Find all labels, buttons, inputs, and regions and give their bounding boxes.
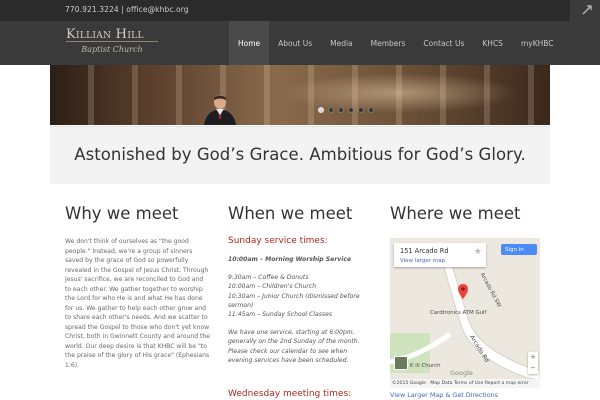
- map-address: 151 Arcado Rd: [400, 247, 449, 255]
- why-heading: Why we meet: [65, 204, 179, 223]
- map-info-card: 151 Arcado Rd View larger map ★: [394, 243, 486, 267]
- map-footer[interactable]: ©2015 Google · Map Data Terms of Use Rep…: [390, 379, 540, 388]
- where-we-meet-column: Where we meet: [390, 204, 546, 224]
- site-logo[interactable]: Killian Hill Baptist Church: [66, 27, 164, 59]
- slider-dots: [318, 107, 374, 113]
- location-map[interactable]: 151 Arcado Rd View larger map ★ Sign in …: [390, 238, 540, 388]
- slider-dot[interactable]: [358, 107, 364, 113]
- poi-label: Cardtronics ATM Gulf: [430, 310, 487, 316]
- nav-contact-us[interactable]: Contact Us: [414, 21, 473, 65]
- nav-media[interactable]: Media: [321, 21, 362, 65]
- schedule-item: 9:30am – Coffee & Donuts: [228, 274, 309, 282]
- star-icon[interactable]: ★: [474, 247, 482, 257]
- church-label: K ill Church: [410, 363, 441, 369]
- street-view-thumbnail[interactable]: [394, 356, 408, 370]
- nav-mykhbc[interactable]: myKHBC: [512, 21, 563, 65]
- slider-dot[interactable]: [318, 107, 324, 113]
- nav-about-us[interactable]: About Us: [269, 21, 321, 65]
- sunday-times-heading: Sunday service times:: [228, 236, 328, 246]
- tagline-band: Astonished by God’s Grace. Ambitious for…: [50, 126, 550, 184]
- logo-rule: [66, 41, 158, 42]
- evening-service-note: We have one service, starting at 6:00pm,…: [228, 329, 360, 364]
- corner-toggle[interactable]: [570, 0, 600, 21]
- map-pin-icon[interactable]: [458, 284, 468, 299]
- nav-khcs[interactable]: KHCS: [473, 21, 512, 65]
- wednesday-times-heading: Wednesday meeting times:: [228, 389, 352, 399]
- logo-title: Killian Hill: [66, 27, 144, 42]
- expand-icon: [582, 5, 592, 15]
- slider-dot[interactable]: [328, 107, 334, 113]
- schedule-item: 10:00am – Children's Church: [228, 283, 317, 291]
- logo-subtitle: Baptist Church: [81, 45, 143, 54]
- map-zoom-control[interactable]: + −: [528, 352, 538, 374]
- schedule-item: 11:45am – Sunday School Classes: [228, 311, 333, 319]
- worship-service-time: 10:00am – Morning Worship Service: [228, 256, 352, 263]
- google-logo: Google: [450, 369, 473, 377]
- preacher-photo: [204, 95, 236, 125]
- why-we-meet-column: Why we meet We don't think of ourselves …: [65, 204, 221, 370]
- why-body: We don't think of ourselves as "the good…: [65, 238, 211, 369]
- schedule-item: 10:30am – Junior Church (dismissed befor…: [228, 292, 360, 309]
- hero-slider[interactable]: [50, 65, 550, 125]
- directions-link[interactable]: View Larger Map & Get Directions: [390, 391, 498, 399]
- when-we-meet-column: When we meet Sunday service times: 10:00…: [228, 204, 384, 399]
- slider-dot[interactable]: [348, 107, 354, 113]
- main-nav: Home About Us Media Members Contact Us K…: [229, 21, 563, 65]
- where-heading: Where we meet: [390, 204, 521, 223]
- view-larger-map-link[interactable]: View larger map: [400, 258, 445, 264]
- map-sign-in-button[interactable]: Sign in: [501, 244, 537, 255]
- tagline-text: Astonished by God’s Grace. Ambitious for…: [74, 145, 526, 164]
- hero-light: [280, 73, 520, 113]
- slider-dot[interactable]: [368, 107, 374, 113]
- slider-dot[interactable]: [338, 107, 344, 113]
- nav-home[interactable]: Home: [229, 21, 270, 65]
- when-heading: When we meet: [228, 204, 353, 223]
- nav-members[interactable]: Members: [362, 21, 415, 65]
- site-header: Killian Hill Baptist Church Home About U…: [0, 21, 600, 65]
- top-contact-bar: 770.921.3224 | office@khbc.org: [0, 0, 600, 21]
- contact-info: 770.921.3224 | office@khbc.org: [65, 5, 189, 14]
